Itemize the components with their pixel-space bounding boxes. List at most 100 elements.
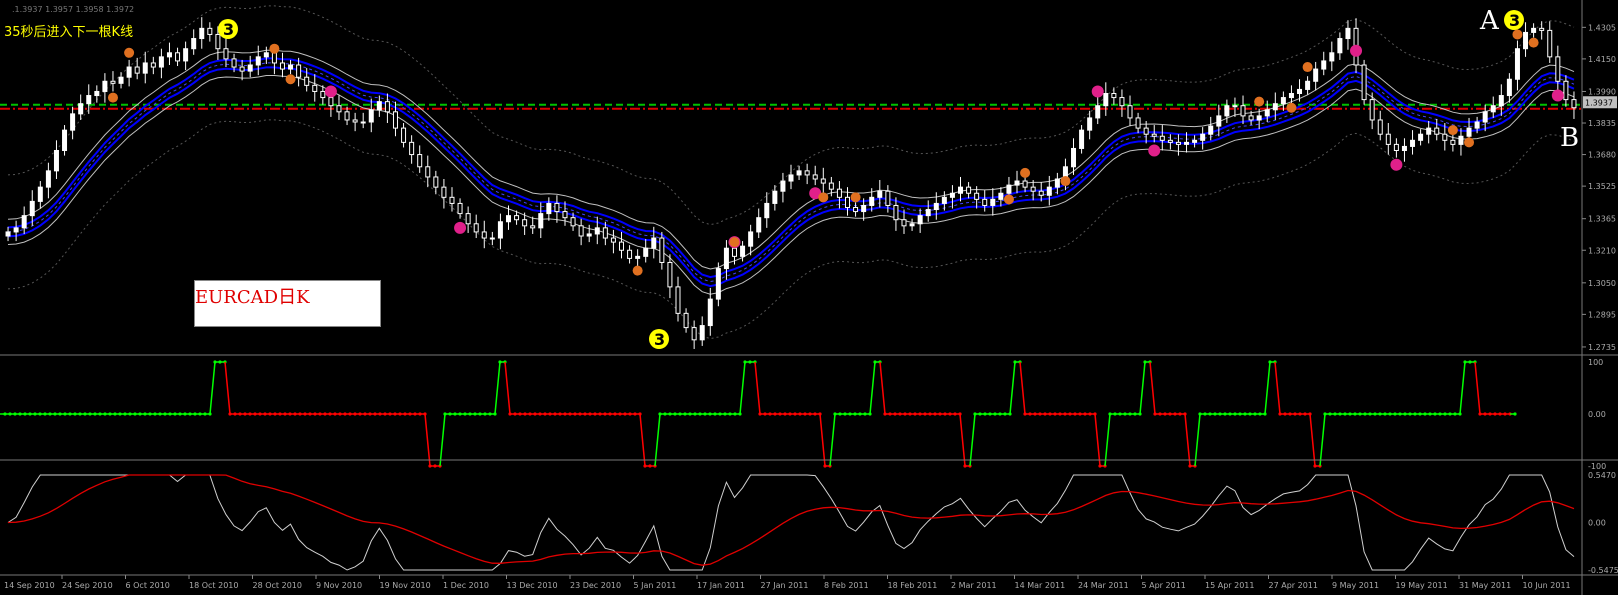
price-tick-label: 1.4305 [1588, 23, 1616, 32]
candle-body [933, 202, 939, 211]
candle-body [602, 227, 608, 239]
candle-body [570, 217, 576, 227]
x-axis-label: 6 Oct 2010 [126, 581, 170, 590]
candle-body [796, 170, 802, 176]
fractal-marker [1447, 125, 1458, 136]
candle-body [481, 231, 487, 239]
candle-body [538, 213, 544, 229]
candle-body [546, 202, 552, 215]
candle-body [1256, 115, 1262, 121]
candle-body [1038, 190, 1044, 196]
candle-body [1450, 139, 1456, 145]
fractal-marker [1464, 137, 1475, 148]
x-axis-label: 10 Jun 2011 [1523, 581, 1571, 590]
candle-body [861, 204, 867, 213]
candle-body [578, 225, 584, 237]
candle-body [239, 66, 245, 72]
fractal-marker [1302, 62, 1313, 73]
candle-body [691, 327, 697, 341]
fractal-marker [1390, 158, 1403, 171]
candle-body [166, 52, 172, 58]
candle-body [457, 202, 463, 215]
candle-body [1377, 119, 1383, 135]
candle-body [70, 113, 76, 131]
candle-body [1466, 127, 1472, 137]
candle-body [772, 190, 778, 204]
candle-body [659, 237, 665, 263]
candle-body [231, 58, 237, 68]
countdown-text: 35秒后进入下一根K线 [4, 25, 134, 40]
candle-body [13, 227, 19, 233]
candle-body [191, 38, 197, 50]
candle-body [877, 190, 883, 198]
candle-body [723, 247, 729, 270]
candle-body [1208, 125, 1214, 135]
candle-body [328, 97, 334, 107]
candle-body [1563, 80, 1569, 101]
candle-body [360, 121, 366, 124]
candle-body [845, 196, 851, 208]
candle-body [1571, 99, 1577, 109]
candle-body [134, 66, 140, 74]
candle-body [175, 52, 181, 62]
x-axis-label: 9 Nov 2010 [316, 581, 362, 590]
fractal-marker [285, 74, 296, 85]
candle-body [1442, 133, 1448, 141]
fractal-marker [818, 192, 829, 203]
candle-body [1329, 52, 1335, 62]
candle-body [102, 80, 108, 92]
candle-body [748, 231, 754, 247]
candle-body [352, 119, 358, 123]
x-axis-label: 8 Feb 2011 [824, 581, 869, 590]
candle-body [1337, 38, 1343, 54]
annotation-a: A [1479, 6, 1500, 36]
candle-body [869, 196, 875, 206]
candle-body [409, 141, 415, 156]
candle-body [86, 95, 92, 105]
x-axis-label: 23 Dec 2010 [570, 581, 621, 590]
candle-body [433, 176, 439, 188]
candle-body [118, 76, 124, 84]
candle-body [1385, 133, 1391, 145]
osc2-tick-label: 0.5470 [1588, 471, 1616, 480]
candle-body [94, 90, 100, 97]
candle-body [207, 27, 213, 35]
fractal-marker [1020, 167, 1031, 178]
candle-body [489, 237, 495, 240]
candle-body [247, 64, 253, 72]
candle-body [62, 129, 68, 151]
candle-body [142, 62, 148, 74]
candle-body [1022, 180, 1028, 188]
candle-body [1474, 121, 1480, 129]
candle-body [279, 62, 285, 70]
candle-body [1264, 109, 1270, 117]
candle-body [1184, 141, 1190, 145]
candle-body [1151, 133, 1157, 137]
osc1-tick-label: -100 [1588, 462, 1606, 471]
candle-body [522, 219, 528, 227]
candle-body [376, 101, 382, 111]
candle-body [667, 261, 673, 288]
fractal-marker [1060, 176, 1071, 187]
candle-body [1272, 103, 1278, 111]
price-tick-label: 1.3210 [1588, 246, 1616, 255]
price-tick-label: 1.4150 [1588, 55, 1616, 64]
x-axis-label: 17 Jan 2011 [697, 581, 745, 590]
candle-body [966, 186, 972, 194]
osc1-point [1513, 412, 1517, 416]
candle-body [1555, 56, 1561, 82]
candle-body [1087, 117, 1093, 131]
candle-body [45, 170, 51, 188]
candle-body [1369, 99, 1375, 121]
candle-body [1014, 180, 1020, 186]
price-tick-label: 1.2895 [1588, 310, 1616, 319]
x-axis-label: 18 Oct 2010 [189, 581, 238, 590]
candle-body [505, 215, 511, 223]
osc2-tick-label: 0.00 [1588, 518, 1606, 527]
x-axis-label: 27 Apr 2011 [1269, 581, 1318, 590]
candle-body [1232, 105, 1238, 108]
candle-body [1531, 27, 1537, 33]
candle-body [1054, 178, 1060, 188]
x-axis-label: 19 May 2011 [1396, 581, 1448, 590]
candle-body [990, 198, 996, 206]
